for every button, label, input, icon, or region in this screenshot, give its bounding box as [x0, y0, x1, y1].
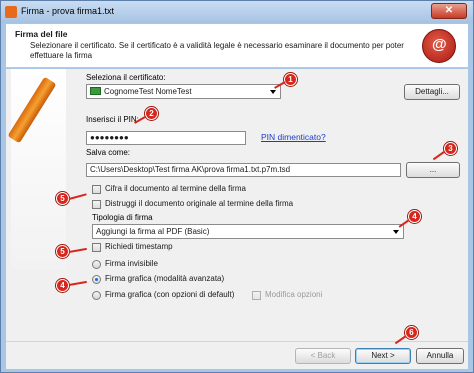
encrypt-label: Cifra il documento al termine della firm… [105, 184, 246, 193]
pen-icon [7, 76, 57, 144]
timestamp-checkbox[interactable] [92, 243, 101, 252]
dialog-footer: < Back Next > Annulla [6, 341, 468, 369]
save-path-field[interactable]: C:\Users\Desktop\Test firma AK\prova fir… [86, 163, 401, 177]
annotation-marker: 6 [405, 326, 418, 339]
annotation-marker: 5 [56, 192, 69, 205]
dialog-content: Seleziona il certificato: CognomeTest No… [6, 69, 468, 341]
annotation-marker: 4 [56, 279, 69, 292]
modify-options-label: Modifica opzioni [265, 290, 323, 299]
annotation-marker: 1 [284, 73, 297, 86]
forgot-pin-link[interactable]: PIN dimenticato? [261, 132, 326, 142]
annotation-marker: 5 [56, 245, 69, 258]
signature-type-select[interactable]: Aggiungi la firma al PDF (Basic) [92, 224, 404, 239]
timestamp-label: Richiedi timestamp [105, 242, 173, 251]
radio-graphic-default[interactable] [92, 291, 101, 300]
radio-graphic-default-label: Firma grafica (con opzioni di default) [105, 290, 235, 299]
details-button[interactable]: Dettagli... [404, 84, 460, 100]
chevron-down-icon [270, 90, 276, 94]
annotation-marker: 3 [444, 142, 457, 155]
certificate-select[interactable]: CognomeTest NomeTest [86, 84, 281, 99]
window-title: Firma - prova firma1.txt [21, 6, 115, 16]
radio-graphic-advanced-label: Firma grafica (modalità avanzata) [105, 274, 225, 283]
certificate-selected: CognomeTest NomeTest [104, 87, 192, 96]
destroy-original-checkbox[interactable] [92, 200, 101, 209]
next-button[interactable]: Next > [355, 348, 411, 364]
dialog-header: Firma del file Selezionare il certificat… [6, 24, 468, 68]
cancel-button[interactable]: Annulla [416, 348, 464, 364]
header-title: Firma del file [15, 29, 68, 39]
header-description: Selezionare il certificato. Se il certif… [30, 41, 404, 60]
encrypt-checkbox[interactable] [92, 185, 101, 194]
modify-options-checkbox[interactable] [252, 291, 261, 300]
certificate-icon [90, 87, 101, 95]
radio-invisible-label: Firma invisibile [105, 259, 158, 268]
title-bar[interactable]: Firma - prova firma1.txt ✕ [1, 1, 473, 23]
annotation-marker: 4 [408, 210, 421, 223]
radio-invisible[interactable] [92, 260, 101, 269]
close-button[interactable]: ✕ [431, 3, 467, 19]
certificate-label: Seleziona il certificato: [86, 73, 166, 82]
radio-graphic-advanced[interactable] [92, 275, 101, 284]
destroy-original-label: Distruggi il documento originale al term… [105, 199, 294, 208]
back-button[interactable]: < Back [295, 348, 351, 364]
pin-field[interactable]: ●●●●●●●● [86, 131, 246, 145]
seal-icon [422, 29, 456, 63]
pin-label: Inserisci il PIN: [86, 115, 139, 124]
chevron-down-icon [393, 230, 399, 234]
annotation-marker: 2 [145, 107, 158, 120]
app-icon [5, 6, 17, 18]
browse-button[interactable]: ... [406, 162, 460, 178]
save-as-label: Salva come: [86, 148, 131, 157]
signature-type-selected: Aggiungi la firma al PDF (Basic) [96, 227, 210, 236]
signature-type-label: Tipologia di firma [92, 213, 153, 222]
dialog-window: Firma - prova firma1.txt ✕ Firma del fil… [0, 0, 474, 373]
pen-banner [7, 69, 66, 269]
